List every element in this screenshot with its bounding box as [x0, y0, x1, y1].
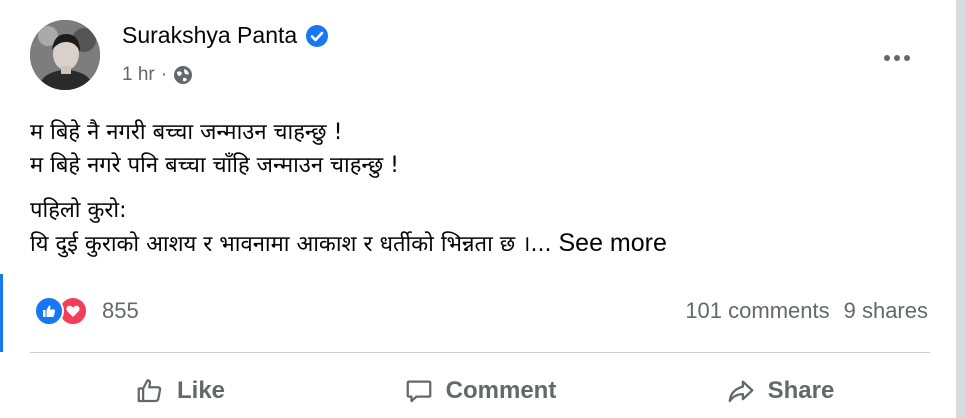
comments-count-link[interactable]: 101 comments — [685, 298, 829, 324]
left-accent-bar — [0, 274, 3, 352]
author-row: Surakshya Panta — [122, 22, 329, 49]
comment-icon — [406, 380, 432, 403]
post-meta: 1 hr · — [122, 64, 193, 86]
shares-count-link[interactable]: 9 shares — [844, 298, 928, 324]
thumbs-up-icon — [137, 379, 162, 403]
more-dot — [904, 55, 910, 61]
share-label: Share — [767, 377, 835, 404]
comment-label: Comment — [445, 377, 557, 404]
reactions-count: 855 — [102, 298, 139, 323]
actions-divider — [30, 352, 930, 353]
post-line: म बिहे नै नगरी बच्चा जन्माउन चाहन्छु ! — [30, 120, 343, 145]
more-dot — [894, 55, 900, 61]
more-options-button[interactable] — [876, 45, 918, 71]
like-label: Like — [176, 377, 226, 404]
globe-icon[interactable] — [173, 65, 193, 85]
author-name[interactable]: Surakshya Panta — [122, 22, 297, 49]
post-line: यि दुई कुराको आशय र भावनामा आकाश र धर्ती… — [30, 232, 552, 257]
verified-badge-icon — [305, 24, 329, 48]
more-dot — [884, 55, 890, 61]
engagement-stats: 101 comments 9 shares — [685, 298, 928, 324]
meta-separator: · — [160, 64, 168, 85]
like-button[interactable]: Like — [30, 364, 330, 418]
post-line-with-more: यि दुई कुराको आशय र भावनामा आकाश र धर्ती… — [30, 227, 930, 261]
see-more-link[interactable]: See more — [559, 229, 667, 257]
post-body: म बिहे नै नगरी बच्चा जन्माउन चाहन्छु ! म… — [30, 116, 930, 261]
share-arrow-icon — [728, 380, 754, 403]
share-button[interactable]: Share — [630, 364, 930, 418]
avatar[interactable] — [30, 20, 100, 90]
scrollbar-edge — [956, 0, 966, 418]
profile-photo — [30, 20, 100, 90]
post-line: म बिहे नगरे पनि बच्चा चाँहि जन्माउन चाहन… — [30, 153, 399, 178]
comment-button[interactable]: Comment — [330, 364, 630, 418]
post-line: पहिलो कुरो: — [30, 198, 127, 223]
post-time[interactable]: 1 hr — [122, 64, 155, 86]
post-actions-bar: Like Comment Share — [30, 364, 930, 418]
reactions-summary[interactable]: 855 — [34, 296, 139, 326]
like-reaction-icon — [34, 296, 64, 326]
